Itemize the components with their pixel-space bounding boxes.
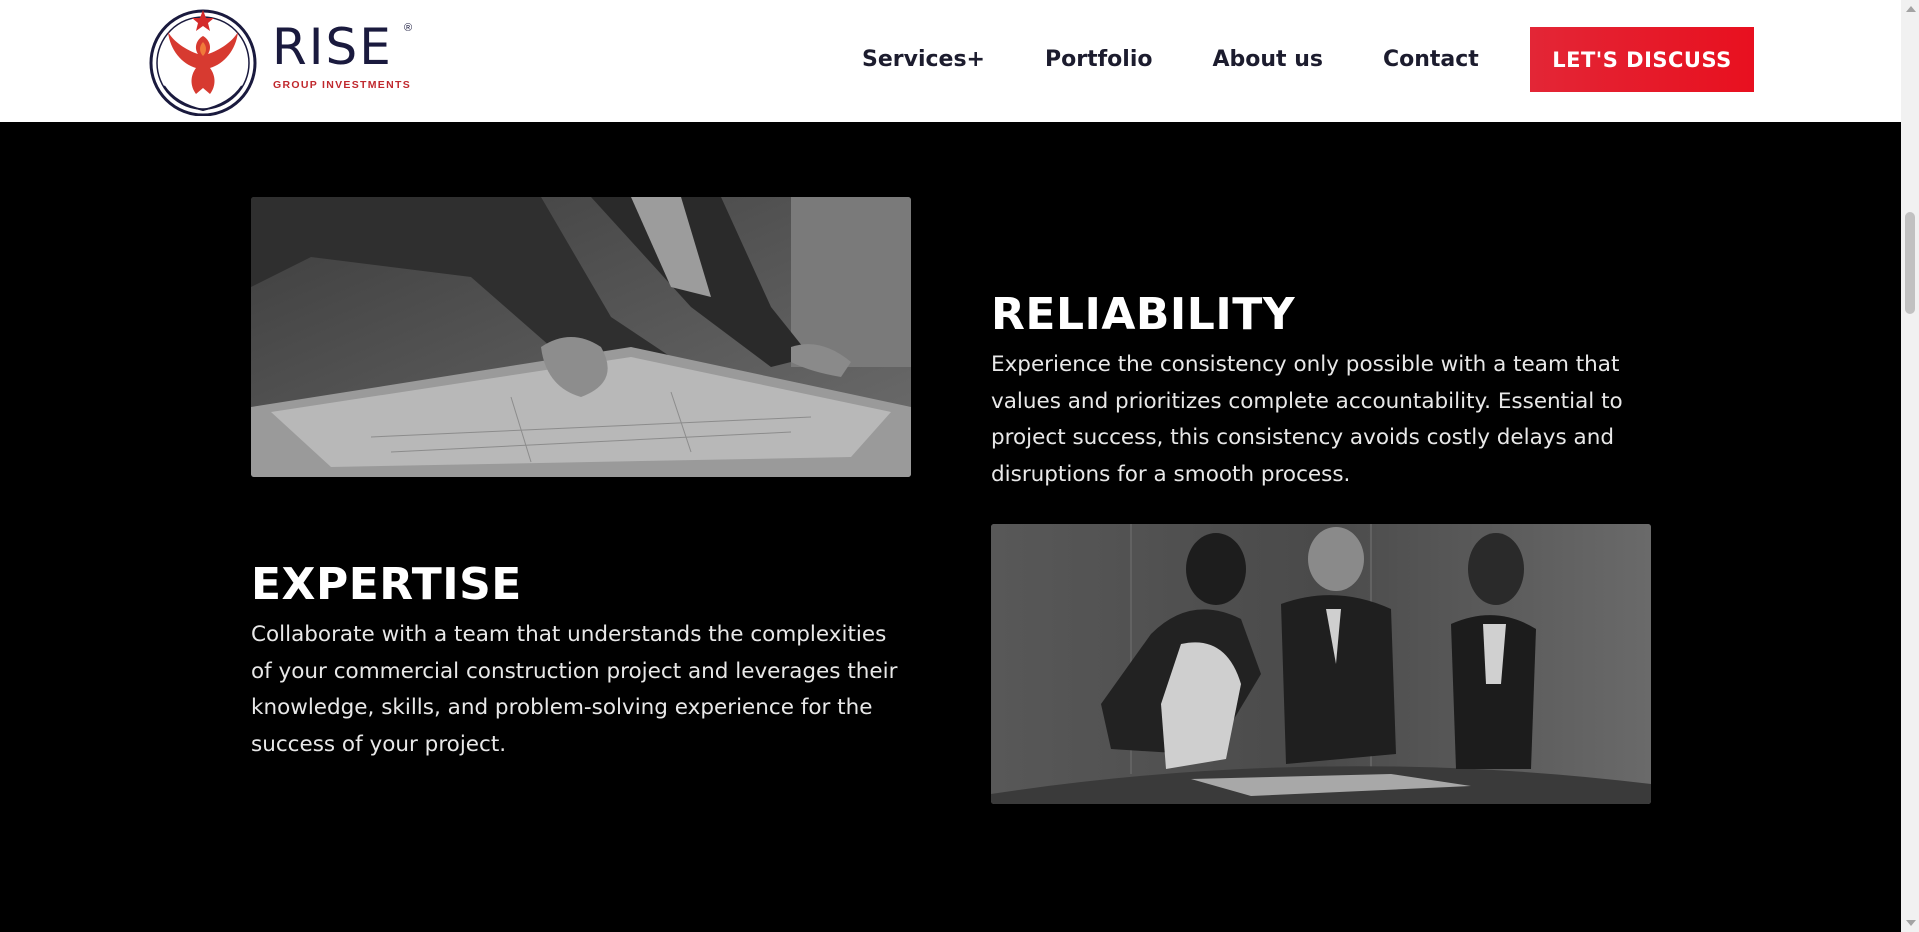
expertise-heading: EXPERTISE (251, 559, 522, 610)
nav-services[interactable]: Services+ (862, 47, 985, 72)
expertise-text: Collaborate with a team that understands… (251, 622, 898, 757)
blueprint-hands-photo (251, 197, 911, 477)
logo-subtitle: GROUP INVESTMENTS (273, 79, 412, 91)
main-nav: Services+ Portfolio About us Contact (862, 44, 1479, 74)
reliability-text: Experience the consistency only possible… (991, 352, 1623, 487)
nav-contact[interactable]: Contact (1383, 47, 1479, 72)
page-scrollbar[interactable] (1901, 0, 1919, 932)
nav-about-us[interactable]: About us (1213, 47, 1323, 72)
logo-wordmark: RISE (272, 18, 393, 76)
phoenix-emblem-icon (149, 9, 257, 116)
rise-logo[interactable]: RISE ® GROUP INVESTMENTS (146, 6, 446, 116)
scroll-down-icon[interactable] (1906, 920, 1916, 926)
scroll-thumb[interactable] (1905, 212, 1915, 314)
lets-discuss-button[interactable]: LET'S DISCUSS (1530, 27, 1754, 92)
business-team-photo (991, 524, 1651, 804)
registered-mark: ® (404, 22, 413, 34)
scroll-up-icon[interactable] (1906, 6, 1916, 12)
site-header: RISE ® GROUP INVESTMENTS Services+ Portf… (0, 0, 1901, 122)
nav-portfolio[interactable]: Portfolio (1045, 47, 1153, 72)
reliability-heading: RELIABILITY (991, 289, 1296, 340)
